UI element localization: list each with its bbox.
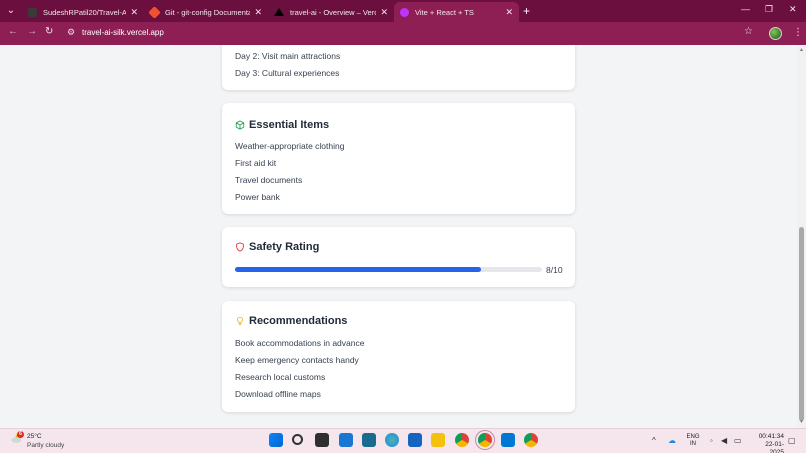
file-explorer-icon[interactable]: [431, 433, 445, 447]
task-view-icon[interactable]: [315, 433, 329, 447]
git-icon: [148, 5, 161, 19]
wifi-icon[interactable]: ◦: [710, 436, 713, 445]
tab-strip: ⌄ SudeshRPatil20/Travel-AI: The ... ✕ Gi…: [0, 0, 806, 22]
close-icon[interactable]: ✕: [505, 7, 513, 18]
clock-time: 00:41:34: [758, 433, 784, 440]
tab-title: SudeshRPatil20/Travel-AI: The ...: [43, 7, 127, 17]
address-bar[interactable]: [62, 25, 762, 42]
essential-items-card: Essential Items Weather-appropriate clot…: [222, 103, 575, 214]
chrome-icon[interactable]: [478, 433, 492, 447]
scrollbar-thumb[interactable]: [799, 227, 804, 421]
search-icon[interactable]: [292, 434, 303, 445]
recommendation-item: Research local customs: [235, 372, 326, 382]
tab-vercel[interactable]: travel-ai - Overview – Vercel ✕: [268, 2, 394, 22]
essential-item: Travel documents: [235, 175, 303, 185]
battery-icon[interactable]: ▭: [734, 436, 742, 445]
safety-rating-bar: [235, 267, 542, 272]
itinerary-item: Day 3: Cultural experiences: [235, 68, 340, 78]
tab-vite-react[interactable]: Vite + React + TS ✕: [394, 2, 519, 22]
card-title: Essential Items: [249, 119, 330, 131]
close-icon[interactable]: ✕: [254, 7, 262, 18]
scroll-down-icon[interactable]: ▼: [799, 419, 804, 425]
recommendations-card: Recommendations Book accommodations in a…: [222, 301, 575, 412]
weather-description[interactable]: Partly cloudy: [27, 442, 64, 449]
page-content: Day 2: Visit main attractions Day 3: Cul…: [0, 45, 797, 428]
lightbulb-icon: [237, 316, 243, 326]
close-icon[interactable]: ✕: [130, 7, 138, 18]
back-icon[interactable]: ←: [8, 26, 18, 37]
vercel-icon: [274, 8, 284, 16]
safety-rating-value: 8/10: [546, 265, 563, 275]
bookmark-star-icon[interactable]: ☆: [744, 26, 753, 37]
browser-toolbar: ← → ↻ ⚙ travel-ai-silk.vercel.app ☆: [0, 22, 806, 45]
menu-icon[interactable]: ⋮: [793, 27, 803, 38]
onedrive-icon[interactable]: ☁: [668, 436, 676, 445]
shield-icon: [236, 242, 244, 252]
tab-title: travel-ai - Overview – Vercel: [290, 7, 377, 17]
card-title: Recommendations: [249, 315, 348, 327]
package-icon: [235, 120, 245, 130]
edge-icon[interactable]: [385, 433, 399, 447]
app-icon[interactable]: [362, 433, 376, 447]
tab-title: Git - git-config Documentation: [165, 7, 251, 17]
volume-icon[interactable]: ◀: [721, 436, 727, 445]
close-window-icon[interactable]: ✕: [789, 4, 797, 15]
vscode-icon[interactable]: [501, 433, 515, 447]
safety-rating-fill: [235, 267, 481, 272]
tab-title: Vite + React + TS: [415, 7, 474, 17]
github-icon: [28, 7, 37, 17]
minimize-icon[interactable]: —: [741, 4, 750, 14]
recommendation-item: Download offline maps: [235, 389, 321, 399]
site-info-icon[interactable]: ⚙: [67, 27, 75, 38]
clock-date: 22-01-2025: [765, 441, 784, 453]
weather-temperature[interactable]: 25°C: [27, 433, 42, 440]
chrome-icon[interactable]: [524, 433, 538, 447]
clock[interactable]: 00:41:34 22-01-2025: [752, 433, 784, 453]
profile-avatar[interactable]: [769, 27, 782, 40]
safety-rating-card: Safety Rating 8/10: [222, 227, 575, 287]
scroll-up-icon[interactable]: ▲: [799, 47, 804, 53]
url-text[interactable]: travel-ai-silk.vercel.app: [82, 28, 164, 37]
notification-icon[interactable]: ▢: [788, 436, 796, 445]
reload-icon[interactable]: ↻: [45, 26, 53, 37]
app-icon[interactable]: [339, 433, 353, 447]
language-code: ENG: [686, 434, 700, 440]
tab-github[interactable]: SudeshRPatil20/Travel-AI: The ... ✕: [22, 2, 144, 22]
card-title: Safety Rating: [249, 241, 320, 253]
recommendation-item: Book accommodations in advance: [235, 338, 365, 348]
essential-item: Power bank: [235, 192, 280, 202]
essential-item: First aid kit: [235, 158, 277, 168]
itinerary-card: Day 2: Visit main attractions Day 3: Cul…: [222, 45, 575, 90]
close-icon[interactable]: ✕: [380, 7, 388, 18]
tab-search-icon[interactable]: ⌄: [4, 4, 18, 18]
forward-icon[interactable]: →: [27, 26, 37, 37]
region-code: IN: [690, 441, 696, 447]
essential-item: Weather-appropriate clothing: [235, 141, 345, 151]
chrome-icon[interactable]: [455, 433, 469, 447]
windows-start-icon[interactable]: [269, 433, 283, 447]
language-indicator[interactable]: ENG IN: [685, 434, 701, 448]
new-tab-button[interactable]: +: [523, 4, 530, 18]
chevron-up-icon[interactable]: ^: [652, 436, 656, 445]
itinerary-item: Day 2: Visit main attractions: [235, 51, 341, 61]
mail-icon[interactable]: [408, 433, 422, 447]
tab-git-config[interactable]: Git - git-config Documentation ✕: [144, 2, 268, 22]
recommendation-item: Keep emergency contacts handy: [235, 355, 359, 365]
weather-badge: 6: [17, 431, 24, 438]
vite-icon: [400, 7, 409, 17]
restore-icon[interactable]: ❐: [765, 4, 773, 15]
